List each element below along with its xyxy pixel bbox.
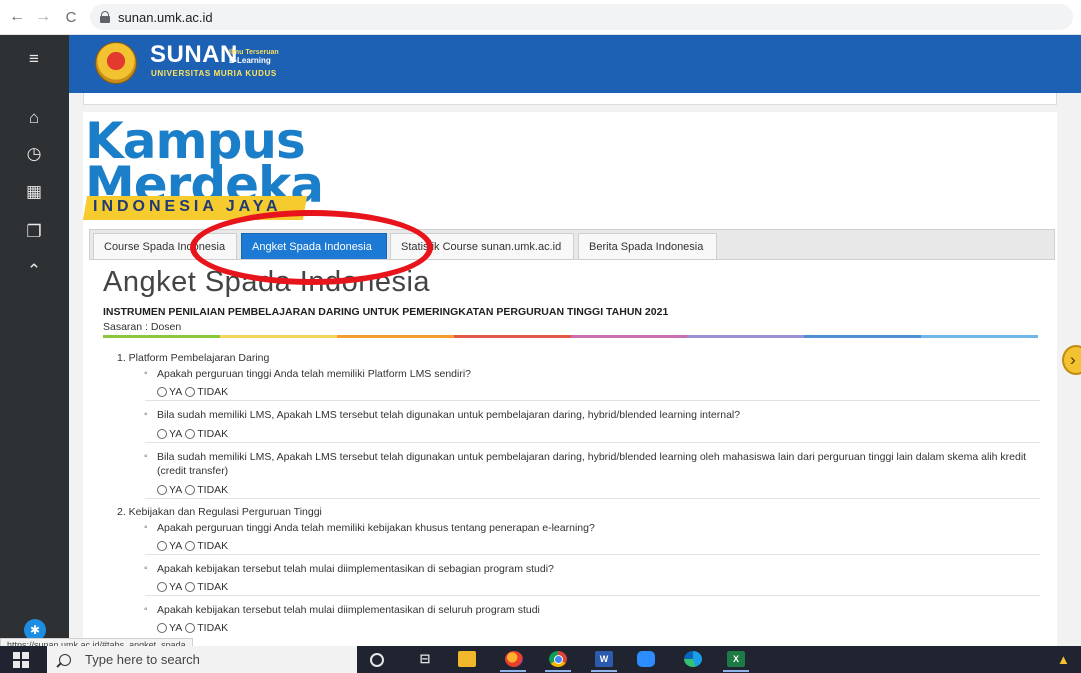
firefox-icon[interactable] (505, 651, 523, 667)
card-top (83, 93, 1057, 105)
excel-icon[interactable]: X (727, 651, 745, 667)
answer-divider (145, 400, 1040, 401)
notification-icon[interactable]: ▲ (1057, 652, 1075, 667)
task-view-icon[interactable]: ⊟ (416, 651, 434, 667)
browser-toolbar: ← → C sunan.umk.ac.id (0, 0, 1081, 35)
section-title: 1. Platform Pembelajaran Daring (117, 352, 270, 364)
answer-divider (145, 498, 1040, 499)
radio-yes[interactable] (157, 485, 167, 495)
question-item: Bila sudah memiliki LMS, Apakah LMS ters… (144, 450, 1040, 478)
tab-berita-spada[interactable]: Berita Spada Indonesia (578, 233, 717, 259)
answer-options: YA TIDAK (157, 386, 231, 398)
edge-icon[interactable] (684, 651, 702, 667)
lock-icon (100, 11, 110, 23)
answer-divider (145, 554, 1040, 555)
dashboard-icon[interactable]: ◷ (24, 144, 44, 164)
radio-yes[interactable] (157, 429, 167, 439)
red-highlight-ellipse (190, 210, 433, 285)
answer-options: YA TIDAK (157, 484, 231, 496)
color-segment (336, 335, 454, 338)
question-item: Apakah kebijakan tersebut telah mulai di… (144, 562, 1040, 576)
color-divider (103, 335, 1038, 338)
radio-no[interactable] (185, 582, 196, 592)
address-bar[interactable]: sunan.umk.ac.id (90, 4, 1073, 30)
taskbar-search-placeholder: Type here to search (85, 652, 200, 667)
logo-tagline: Ilmu Terseruan E-Learning (229, 49, 279, 65)
cortana-icon[interactable] (370, 653, 384, 667)
taskbar-search[interactable]: Type here to search (47, 646, 357, 673)
search-icon (59, 653, 71, 666)
radio-no[interactable] (185, 541, 196, 551)
color-segment (103, 335, 220, 338)
running-indicator (545, 670, 571, 672)
answer-options: YA TIDAK (157, 581, 231, 593)
address-url: sunan.umk.ac.id (118, 9, 213, 25)
color-segment (804, 335, 922, 338)
radio-no[interactable] (185, 429, 196, 439)
survey-target: Sasaran : Dosen (103, 321, 182, 333)
home-icon[interactable]: ⌂ (24, 108, 44, 128)
color-segment (453, 335, 571, 338)
running-indicator (591, 670, 617, 672)
logo-title[interactable]: SUNAN (150, 41, 238, 69)
file-explorer-icon[interactable] (458, 651, 476, 667)
left-sidebar: ≡ ⌂ ◷ ▦ ❐ ⌃ ✱ (0, 35, 69, 646)
forward-arrow-icon[interactable]: → (32, 6, 54, 28)
hamburger-menu-icon[interactable]: ≡ (24, 49, 44, 69)
answer-divider (145, 442, 1040, 443)
color-segment (570, 335, 688, 338)
radio-no[interactable] (185, 623, 196, 633)
answer-options: YA TIDAK (157, 428, 231, 440)
logo-university: UNIVERSITAS MURIA KUDUS (151, 69, 277, 78)
color-segment (687, 335, 805, 338)
graduation-cap-icon[interactable]: ⌃ (24, 261, 44, 281)
university-seal-logo[interactable] (95, 42, 137, 84)
radio-yes[interactable] (157, 387, 167, 397)
question-item: Apakah kebijakan tersebut telah mulai di… (144, 603, 1040, 617)
back-arrow-icon[interactable]: ← (6, 6, 28, 28)
section-title: 2. Kebijakan dan Regulasi Perguruan Ting… (117, 506, 322, 518)
word-icon[interactable]: W (595, 651, 613, 667)
answer-divider (145, 595, 1040, 596)
zoom-icon[interactable] (637, 651, 655, 667)
radio-no[interactable] (185, 485, 196, 495)
calendar-icon[interactable]: ▦ (24, 182, 44, 202)
radio-yes[interactable] (157, 582, 167, 592)
files-icon[interactable]: ❐ (24, 222, 44, 242)
radio-no[interactable] (185, 387, 196, 397)
question-item: Apakah perguruan tinggi Anda telah memil… (144, 521, 1040, 535)
running-indicator (500, 670, 526, 672)
reload-icon[interactable]: C (60, 6, 82, 28)
question-item: Bila sudah memiliki LMS, Apakah LMS ters… (144, 408, 1040, 422)
windows-start-icon[interactable] (13, 651, 33, 669)
kampus-merdeka-logo-line3: INDONESIA JAYA (93, 198, 282, 215)
site-header: SUNAN Ilmu Terseruan E-Learning UNIVERSI… (69, 35, 1081, 93)
question-item: Apakah perguruan tinggi Anda telah memil… (144, 367, 1040, 381)
answer-options: YA TIDAK (157, 540, 231, 552)
screen: ← → C sunan.umk.ac.id ≡ ⌂ ◷ ▦ ❐ ⌃ ✱ SUNA… (0, 0, 1081, 673)
radio-yes[interactable] (157, 541, 167, 551)
running-indicator (723, 670, 749, 672)
color-segment (921, 335, 1038, 338)
chrome-icon[interactable] (549, 651, 567, 667)
instrument-title: INSTRUMEN PENILAIAN PEMBELAJARAN DARING … (103, 306, 669, 318)
answer-options: YA TIDAK (157, 622, 231, 634)
radio-yes[interactable] (157, 623, 167, 633)
color-segment (219, 335, 337, 338)
